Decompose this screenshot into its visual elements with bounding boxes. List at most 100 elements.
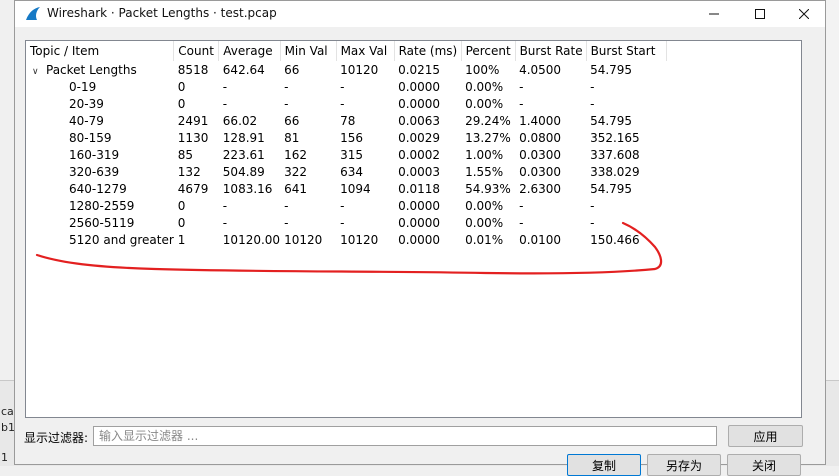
cell-percent: 0.00% xyxy=(465,79,504,94)
cell-max-val: 156 xyxy=(340,130,363,145)
cell-percent: 100% xyxy=(465,62,500,77)
cell-rate: 0.0215 xyxy=(398,62,441,77)
column-header-burst-start[interactable]: Burst Start xyxy=(586,41,667,61)
maximize-button[interactable] xyxy=(737,1,783,27)
cell-min-val: - xyxy=(284,198,289,213)
tree-item-label: 40-79 xyxy=(69,113,104,128)
cell-burst-rate: 0.0100 xyxy=(519,232,562,247)
tree-child-row[interactable]: 5120 and greater 1 10120.00 10120 10120 0.000… xyxy=(26,231,666,248)
cell-rate: 0.0063 xyxy=(398,113,441,128)
cell-percent: 0.00% xyxy=(465,198,504,213)
cell-max-val: 315 xyxy=(340,147,363,162)
cell-burst-rate: 4.0500 xyxy=(519,62,562,77)
packet-lengths-dialog: Wireshark · Packet Lengths · test.pcap T… xyxy=(14,0,826,476)
close-button[interactable]: 关闭 xyxy=(727,454,801,476)
column-header-percent[interactable]: Percent xyxy=(461,41,516,61)
cell-burst-start: 338.029 xyxy=(590,164,640,179)
column-header-min-val[interactable]: Min Val xyxy=(280,41,337,61)
save-as-button[interactable]: 另存为 xyxy=(647,454,721,476)
tree-parent-row[interactable]: ∨ Packet Lengths 8518 642.64 66 10120 0.0215 10… xyxy=(26,61,666,78)
cell-topic: 320-639 xyxy=(26,163,174,180)
tree-item-label: 2560-5119 xyxy=(69,215,135,230)
display-filter-input[interactable] xyxy=(93,426,717,446)
cell-topic: 2560-5119 xyxy=(26,214,174,231)
tree-item-label: 1280-2559 xyxy=(69,198,135,213)
cell-max-val: 10120 xyxy=(340,232,379,247)
cell-topic: 160-319 xyxy=(26,146,174,163)
cell-percent: 13.27% xyxy=(465,130,511,145)
column-header-rate[interactable]: Rate (ms) xyxy=(394,41,462,61)
background-text: 1 xyxy=(1,451,8,464)
cell-average: 1083.16 xyxy=(222,181,273,196)
cell-burst-start: 54.795 xyxy=(590,62,633,77)
cell-average: 223.61 xyxy=(222,147,265,162)
background-text: b1 xyxy=(1,421,15,434)
column-header-max-val[interactable]: Max Val xyxy=(336,41,395,61)
cell-burst-start: - xyxy=(590,215,595,230)
cell-max-val: - xyxy=(340,96,345,111)
cell-count: 2491 xyxy=(177,113,209,128)
tree-item-label: Packet Lengths xyxy=(46,62,137,77)
cell-average: - xyxy=(222,96,228,111)
tree-child-row[interactable]: 0-19 0- - -0.0000 0.00% - - xyxy=(26,78,666,95)
cell-topic: 0-19 xyxy=(26,78,174,95)
window-close-button[interactable] xyxy=(781,1,827,27)
minimize-icon xyxy=(709,13,719,15)
copy-button[interactable]: 复制 xyxy=(567,454,641,476)
cell-burst-start: - xyxy=(590,79,595,94)
tree-child-row[interactable]: 40-79 2491 66.02 66 78 0.0063 29.24% 1.4000 54.7… xyxy=(26,112,666,129)
cell-rate: 0.0029 xyxy=(398,130,441,145)
cell-rate: 0.0003 xyxy=(398,164,441,179)
cell-max-val: 634 xyxy=(340,164,363,179)
cell-rate: 0.0000 xyxy=(398,198,441,213)
cell-topic: 20-39 xyxy=(26,95,174,112)
cell-count: 4679 xyxy=(177,181,209,196)
tree-child-row[interactable]: 160-319 85 223.61 162 315 0.0002 1.00% 0.0300 33… xyxy=(26,146,666,163)
tree-item-label: 5120 and greater xyxy=(69,232,174,247)
tree-child-row[interactable]: 20-39 0- - -0.0000 0.00% - - xyxy=(26,95,666,112)
cell-topic: 40-79 xyxy=(26,112,174,129)
cell-burst-rate: - xyxy=(519,198,524,213)
tree-child-row[interactable]: 2560-5119 0- - -0.0000 0.00% - - xyxy=(26,214,666,231)
cell-percent: 1.00% xyxy=(465,147,504,162)
minimize-button[interactable] xyxy=(691,1,737,27)
stats-tree-table[interactable]: Topic / Item Count Average Min Val Max V… xyxy=(25,40,802,418)
cell-topic: ∨ Packet Lengths xyxy=(26,61,174,78)
column-header-average[interactable]: Average xyxy=(218,41,281,61)
cell-topic: 5120 and greater xyxy=(26,231,174,248)
tree-child-row[interactable]: 320-639 132 504.89 322 634 0.0003 1.55% 0.0300 3… xyxy=(26,163,666,180)
tree-child-row[interactable]: 1280-2559 0- - -0.0000 0.00% - - xyxy=(26,197,666,214)
title-bar[interactable]: Wireshark · Packet Lengths · test.pcap xyxy=(15,1,825,27)
cell-min-val: - xyxy=(284,96,289,111)
tree-item-label: 320-639 xyxy=(69,164,120,179)
cell-count: 0 xyxy=(177,96,186,111)
cell-topic: 80-159 xyxy=(26,129,174,146)
cell-rate: 0.0000 xyxy=(398,232,441,247)
tree-child-row[interactable]: 640-1279 4679 1083.16 641 1094 0.0118 54.93% 2.… xyxy=(26,180,666,197)
cell-max-val: 78 xyxy=(340,113,356,128)
cell-average: - xyxy=(222,198,228,213)
column-header-count[interactable]: Count xyxy=(173,41,220,61)
window-title: Wireshark · Packet Lengths · test.pcap xyxy=(47,6,277,20)
cell-percent: 0.00% xyxy=(465,215,504,230)
cell-max-val: - xyxy=(340,79,345,94)
cell-min-val: - xyxy=(284,215,289,230)
cell-min-val: - xyxy=(284,79,289,94)
apply-button[interactable]: 应用 xyxy=(728,425,803,447)
column-header-topic[interactable]: Topic / Item xyxy=(26,41,175,61)
cell-max-val: - xyxy=(340,198,345,213)
tree-item-label: 0-19 xyxy=(69,79,97,94)
cell-count: 8518 xyxy=(177,62,209,77)
expand-chevron-icon[interactable]: ∨ xyxy=(32,67,46,77)
cell-percent: 54.93% xyxy=(465,181,511,196)
cell-min-val: 641 xyxy=(284,181,307,196)
tree-child-row[interactable]: 80-159 1130 128.91 81 156 0.0029 13.27% 0.0800 3… xyxy=(26,129,666,146)
cell-average: 504.89 xyxy=(222,164,265,179)
cell-rate: 0.0000 xyxy=(398,96,441,111)
cell-count: 132 xyxy=(177,164,201,179)
cell-average: 10120.00 xyxy=(222,232,281,247)
cell-percent: 1.55% xyxy=(465,164,504,179)
cell-rate: 0.0118 xyxy=(398,181,441,196)
cell-burst-start: 54.795 xyxy=(590,181,633,196)
column-header-burst-rate[interactable]: Burst Rate xyxy=(515,41,587,61)
